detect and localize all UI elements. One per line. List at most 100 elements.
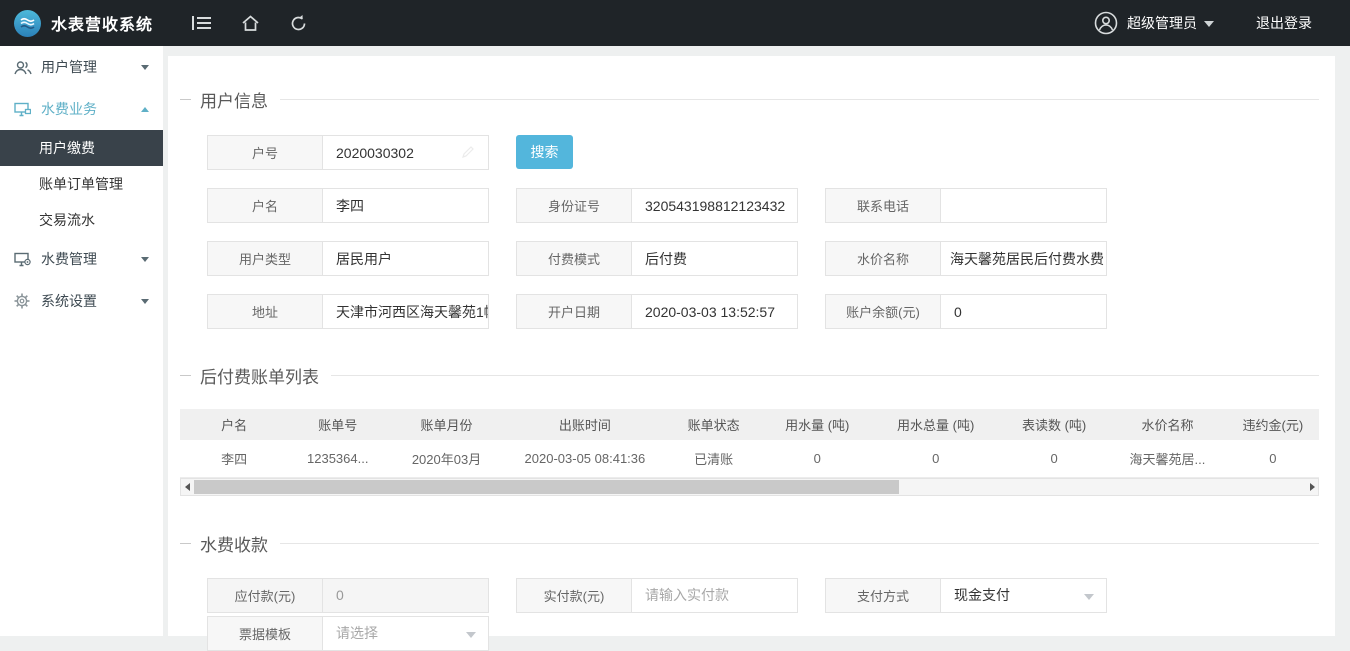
account-no-label: 户号 bbox=[208, 136, 323, 169]
main-area: 用户信息 户号 搜索 户名 李四 bbox=[163, 46, 1350, 636]
payable-label: 应付款(元) bbox=[208, 579, 323, 612]
account-name-field: 户名 李四 bbox=[207, 188, 489, 223]
section-dash bbox=[180, 99, 191, 100]
receipt-template-select[interactable]: 请选择 bbox=[323, 617, 488, 650]
id-number-value[interactable]: 320543198812123432 bbox=[632, 189, 797, 222]
table-row[interactable]: 李四 1235364... 2020年03月 2020-03-05 08:41:… bbox=[180, 440, 1319, 477]
sidebar-subitem-transaction-flow[interactable]: 交易流水 bbox=[0, 202, 163, 238]
sidebar-item-label: 水费业务 bbox=[41, 99, 141, 119]
chevron-down-icon bbox=[141, 257, 149, 262]
open-date-label: 开户日期 bbox=[517, 295, 632, 328]
gear-icon bbox=[14, 293, 32, 309]
address-field: 地址 天津市河西区海天馨苑1幢1单元 bbox=[207, 294, 489, 329]
payable-value: 0 bbox=[323, 579, 488, 612]
scroll-left-icon[interactable] bbox=[181, 479, 193, 495]
col-header: 水价名称 bbox=[1108, 409, 1226, 440]
balance-value[interactable]: 0 bbox=[941, 295, 1106, 328]
cell: 已清账 bbox=[664, 440, 763, 477]
col-header: 账单状态 bbox=[664, 409, 763, 440]
pay-mode-label: 付费模式 bbox=[517, 242, 632, 275]
account-no-input[interactable] bbox=[336, 145, 478, 161]
sidebar-item-system-settings[interactable]: 系统设置 bbox=[0, 280, 163, 322]
user-type-field: 用户类型 居民用户 bbox=[207, 241, 489, 276]
sidebar-item-user-management[interactable]: 用户管理 bbox=[0, 46, 163, 88]
paid-input[interactable] bbox=[645, 587, 787, 603]
cell: 1235364... bbox=[288, 440, 387, 477]
account-name-label: 户名 bbox=[208, 189, 323, 222]
payable-field: 应付款(元) 0 bbox=[207, 578, 489, 613]
col-header: 账单号 bbox=[288, 409, 387, 440]
app-title: 水表营收系统 bbox=[51, 11, 153, 35]
logout-button[interactable]: 退出登录 bbox=[1256, 13, 1312, 33]
sidebar-subitem-user-payment[interactable]: 用户缴费 bbox=[0, 130, 163, 166]
edit-pencil-icon bbox=[461, 145, 475, 159]
scroll-right-icon[interactable] bbox=[1306, 479, 1318, 495]
scrollbar-thumb[interactable] bbox=[194, 480, 899, 494]
phone-value[interactable] bbox=[941, 189, 1106, 222]
col-header: 用水总量 (吨) bbox=[871, 409, 1000, 440]
pay-mode-value[interactable]: 后付费 bbox=[632, 242, 797, 275]
section-line bbox=[331, 375, 1319, 376]
address-value[interactable]: 天津市河西区海天馨苑1幢1单元 bbox=[323, 295, 488, 328]
pay-method-label: 支付方式 bbox=[826, 579, 941, 612]
search-button[interactable]: 搜索 bbox=[516, 135, 573, 169]
price-name-value[interactable]: 海天馨苑居民后付费水费 bbox=[941, 242, 1106, 275]
col-header: 账单月份 bbox=[387, 409, 505, 440]
col-header: 户名 bbox=[180, 409, 288, 440]
paid-field: 实付款(元) bbox=[516, 578, 798, 613]
home-icon[interactable] bbox=[239, 12, 261, 34]
user-info-section-header: 用户信息 bbox=[180, 87, 1319, 112]
receipt-template-label: 票据模板 bbox=[208, 617, 323, 650]
chevron-up-icon bbox=[141, 107, 149, 112]
open-date-field: 开户日期 2020-03-03 13:52:57 bbox=[516, 294, 798, 329]
pay-method-select[interactable]: 现金支付 bbox=[941, 579, 1106, 612]
monitor-icon bbox=[14, 101, 32, 117]
bill-table-header-row: 户名 账单号 账单月份 出账时间 账单状态 用水量 (吨) 用水总量 (吨) 表… bbox=[180, 409, 1319, 440]
avatar-icon[interactable] bbox=[1094, 11, 1118, 35]
section-line bbox=[280, 99, 1319, 100]
chevron-down-icon bbox=[141, 65, 149, 70]
paid-label: 实付款(元) bbox=[517, 579, 632, 612]
horizontal-scrollbar[interactable] bbox=[180, 478, 1319, 496]
bill-table: 户名 账单号 账单月份 出账时间 账单状态 用水量 (吨) 用水总量 (吨) 表… bbox=[180, 409, 1319, 478]
address-label: 地址 bbox=[208, 295, 323, 328]
cell: 0 bbox=[871, 440, 1000, 477]
refresh-icon[interactable] bbox=[287, 12, 309, 34]
bill-list-section-header: 后付费账单列表 bbox=[180, 363, 1319, 388]
price-name-label: 水价名称 bbox=[826, 242, 941, 275]
section-dash bbox=[180, 543, 191, 544]
users-icon bbox=[14, 59, 32, 75]
section-dash bbox=[180, 375, 191, 376]
user-type-value[interactable]: 居民用户 bbox=[323, 242, 488, 275]
account-name-value[interactable]: 李四 bbox=[323, 189, 488, 222]
section-line bbox=[280, 543, 1319, 544]
account-no-field: 户号 bbox=[207, 135, 489, 170]
balance-field: 账户余额(元) 0 bbox=[825, 294, 1107, 329]
cell: 2020-03-05 08:41:36 bbox=[506, 440, 664, 477]
balance-label: 账户余额(元) bbox=[826, 295, 941, 328]
cell: 0 bbox=[1227, 440, 1319, 477]
sidebar: 用户管理 水费业务 用户缴费 账单订单管理 交易流水 水费管理 bbox=[0, 46, 163, 636]
top-header-bar: 水表营收系统 bbox=[0, 0, 1350, 46]
col-header: 出账时间 bbox=[506, 409, 664, 440]
receipt-template-placeholder: 请选择 bbox=[336, 623, 378, 643]
receipt-template-field: 票据模板 请选择 bbox=[207, 616, 489, 651]
sidebar-item-water-fee-management[interactable]: 水费管理 bbox=[0, 238, 163, 280]
phone-field: 联系电话 bbox=[825, 188, 1107, 223]
id-number-field: 身份证号 320543198812123432 bbox=[516, 188, 798, 223]
sidebar-item-label: 水费管理 bbox=[41, 249, 141, 269]
sidebar-toggle-icon[interactable] bbox=[191, 12, 213, 34]
phone-label: 联系电话 bbox=[826, 189, 941, 222]
user-menu[interactable]: 超级管理员 bbox=[1127, 13, 1214, 33]
pay-mode-field: 付费模式 后付费 bbox=[516, 241, 798, 276]
cell: 0 bbox=[763, 440, 871, 477]
user-info-section-title: 用户信息 bbox=[200, 87, 268, 112]
open-date-value[interactable]: 2020-03-03 13:52:57 bbox=[632, 295, 797, 328]
payment-section-title: 水费收款 bbox=[200, 531, 268, 556]
col-header: 表读数 (吨) bbox=[1000, 409, 1108, 440]
sidebar-item-water-fee-business[interactable]: 水费业务 bbox=[0, 88, 163, 130]
caret-down-icon bbox=[1204, 21, 1214, 27]
sidebar-item-label: 系统设置 bbox=[41, 291, 141, 311]
sidebar-subitem-bill-order-management[interactable]: 账单订单管理 bbox=[0, 166, 163, 202]
water-logo-icon bbox=[14, 10, 41, 37]
